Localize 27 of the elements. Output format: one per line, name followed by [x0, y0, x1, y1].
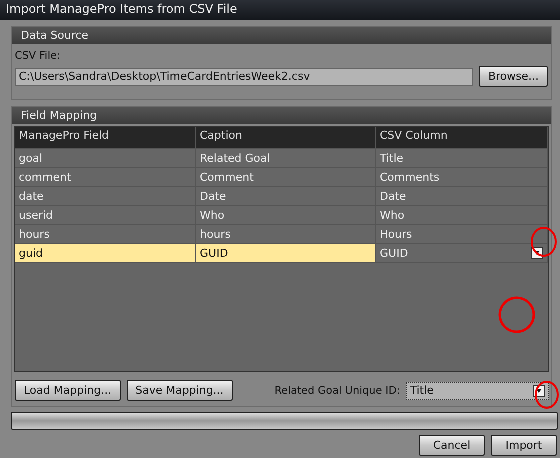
panel-header: Field Mapping	[12, 107, 551, 124]
annotation-circle	[530, 226, 558, 258]
csv-file-label: CSV File:	[15, 50, 62, 62]
window-title: Import ManagePro Items from CSV File	[0, 0, 560, 20]
csv-file-field[interactable]: C:\Users\Sandra\Desktop\TimeCardEntriesWeek2.csv	[15, 68, 474, 86]
column-header: ManagePro Field	[15, 127, 196, 148]
panel-header: Data Source	[12, 27, 551, 44]
dialog-button[interactable]: Cancel	[419, 435, 485, 456]
table-row[interactable]: userid Who Who	[15, 206, 548, 225]
table-row[interactable]: guid GUID GUID	[15, 244, 548, 263]
dialog-button[interactable]: Import	[491, 435, 557, 456]
caret-icon	[536, 388, 542, 392]
column-header: Caption	[196, 127, 376, 148]
table-cell: guid	[15, 244, 196, 262]
mapping-button[interactable]: Save Mapping...	[126, 380, 233, 401]
browse-button[interactable]: Browse...	[479, 66, 548, 87]
table-row[interactable]: goal Related Goal Title	[15, 149, 548, 168]
table-row[interactable]: hours hours Hours	[15, 225, 548, 244]
table-row[interactable]: comment Comment Comments	[15, 168, 548, 187]
caret-icon	[534, 251, 540, 255]
column-header: CSV Column	[376, 127, 548, 148]
annotation-circle	[533, 380, 560, 410]
unique-id-label: Related Goal Unique ID:	[274, 384, 400, 396]
table-row[interactable]: date Date Date	[15, 187, 548, 206]
mapping-button[interactable]: Load Mapping...	[15, 380, 121, 401]
unique-id-dropdown[interactable]: Title	[406, 382, 549, 400]
table-cell: GUID	[196, 244, 376, 262]
